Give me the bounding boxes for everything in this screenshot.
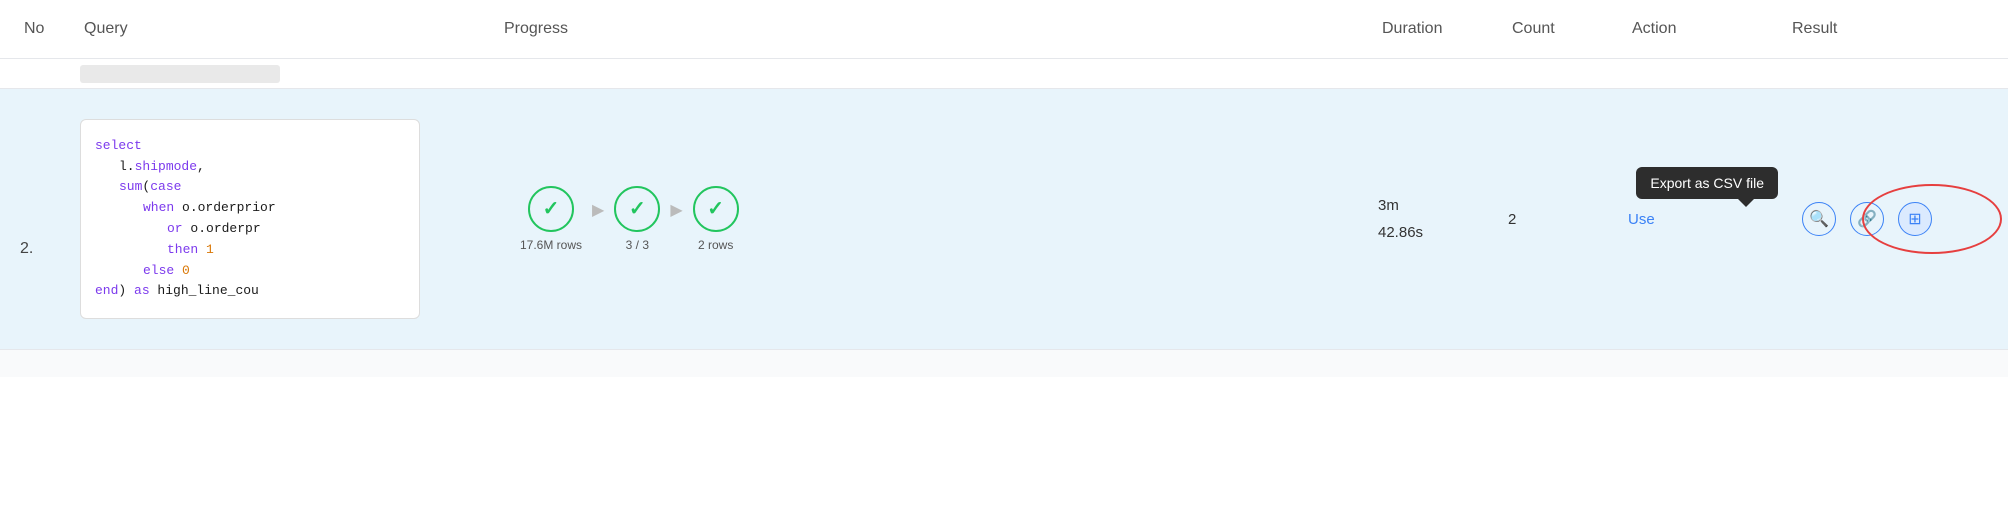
code-line-2: l.shipmode, (95, 157, 405, 178)
arrow-icon-2: ▶ (670, 200, 682, 220)
code-line-7: else 0 (95, 261, 405, 282)
arrow-icon-1: ▶ (592, 200, 604, 220)
partial-row-top (0, 59, 2008, 89)
grid-button[interactable]: ⊞ (1898, 202, 1932, 236)
table-row: 2. select l.shipmode, sum(case when o.or… (0, 89, 2008, 349)
code-line-5: or o.orderpr (95, 219, 405, 240)
code-line-6: then 1 (95, 240, 405, 261)
check-icon-3: ✓ (707, 199, 724, 219)
link-button[interactable]: 🔗 (1850, 202, 1884, 236)
check-circle-2: ✓ (614, 186, 660, 232)
search-icon: 🔍 (1809, 209, 1829, 229)
col-no: No (20, 12, 80, 46)
partial-row-bottom (0, 349, 2008, 377)
link-icon: 🔗 (1857, 209, 1877, 229)
duration-seconds: 42.86s (1378, 219, 1508, 246)
col-progress: Progress (500, 12, 1378, 46)
progress-step-3: ✓ 2 rows (693, 186, 739, 252)
export-csv-tooltip: Export as CSV file (1636, 167, 1778, 199)
col-result: Result (1788, 12, 1988, 46)
partial-placeholder (80, 65, 280, 83)
check-circle-3: ✓ (693, 186, 739, 232)
duration-col: 3m 42.86s (1378, 192, 1508, 246)
code-line-8: end) as high_line_cou (95, 281, 405, 302)
table-header: No Query Progress Duration Count Action … (0, 0, 2008, 59)
query-table: No Query Progress Duration Count Action … (0, 0, 2008, 377)
row-number: 2. (20, 180, 80, 258)
count-col: 2 (1508, 211, 1628, 228)
step-label-2: 3 / 3 (626, 238, 649, 252)
col-action: Action (1628, 12, 1788, 46)
progress-col: ✓ 17.6M rows ▶ ✓ 3 / 3 ▶ ✓ 2 rows (500, 186, 1378, 252)
col-count: Count (1508, 12, 1628, 46)
search-button[interactable]: 🔍 (1802, 202, 1836, 236)
action-col: Use (1628, 211, 1788, 228)
progress-step-2: ✓ 3 / 3 (614, 186, 660, 252)
query-code[interactable]: select l.shipmode, sum(case when o.order… (80, 119, 420, 319)
duration-minutes: 3m (1378, 192, 1508, 219)
result-col: Export as CSV file 🔍 🔗 ⊞ (1788, 202, 1988, 236)
progress-step-1: ✓ 17.6M rows (520, 186, 582, 252)
check-icon-2: ✓ (629, 199, 646, 219)
code-line-4: when o.orderprior (95, 198, 405, 219)
col-query: Query (80, 12, 500, 46)
check-icon-1: ✓ (543, 199, 560, 219)
step-label-1: 17.6M rows (520, 238, 582, 252)
grid-icon: ⊞ (1908, 209, 1921, 229)
code-line-1: select (95, 136, 405, 157)
col-duration: Duration (1378, 12, 1508, 46)
code-line-3: sum(case (95, 177, 405, 198)
step-label-3: 2 rows (698, 238, 733, 252)
use-link[interactable]: Use (1628, 211, 1655, 228)
check-circle-1: ✓ (528, 186, 574, 232)
